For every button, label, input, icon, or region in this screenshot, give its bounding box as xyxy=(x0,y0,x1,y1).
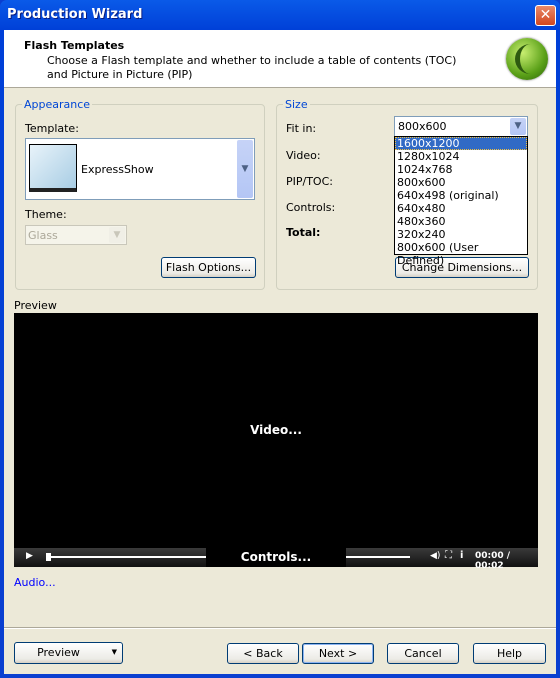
page-description: Choose a Flash template and whether to i… xyxy=(47,54,457,81)
size-label: Size xyxy=(283,98,310,111)
fit-in-option[interactable]: 640x480 xyxy=(395,202,527,215)
controls-label: Controls: xyxy=(286,201,336,214)
video-preview[interactable]: Video... ▶ Controls... ◀) ⛶ i 00:00 / 00… xyxy=(14,313,538,571)
template-value: ExpressShow xyxy=(81,163,154,176)
close-button[interactable]: ✕ xyxy=(535,5,556,26)
chevron-down-icon: ▼ xyxy=(109,227,125,243)
fit-in-option[interactable]: 480x360 xyxy=(395,215,527,228)
help-button[interactable]: Help xyxy=(473,643,546,664)
piptoc-label: PIP/TOC: xyxy=(286,175,333,188)
controls-placeholder-text: Controls... xyxy=(240,550,312,564)
theme-label: Theme: xyxy=(25,208,67,221)
audio-link[interactable]: Audio... xyxy=(14,576,56,589)
time-display: 00:00 / 00:02 xyxy=(475,551,511,571)
fit-in-value: 800x600 xyxy=(398,120,447,133)
video-label: Video: xyxy=(286,149,321,162)
production-wizard-window: Production Wizard ✕ Flash Templates Choo… xyxy=(0,0,560,678)
next-button[interactable]: Next > xyxy=(302,643,374,664)
fullscreen-icon[interactable]: ⛶ xyxy=(445,550,452,561)
preview-label: Preview xyxy=(14,299,57,312)
theme-value: Glass xyxy=(28,229,58,242)
fit-in-option[interactable]: 800x600 (User Defined) xyxy=(395,241,527,267)
wizard-header: Flash Templates Choose a Flash template … xyxy=(4,30,556,88)
client-area: Flash Templates Choose a Flash template … xyxy=(4,30,556,674)
play-icon[interactable]: ▶ xyxy=(26,551,33,561)
volume-icon[interactable]: ◀) xyxy=(430,551,440,561)
cancel-button[interactable]: Cancel xyxy=(387,643,459,664)
page-title: Flash Templates xyxy=(24,39,125,52)
fit-in-label: Fit in: xyxy=(286,122,317,135)
progress-line xyxy=(346,556,410,558)
logo-icon xyxy=(506,38,548,80)
window-title: Production Wizard xyxy=(7,7,143,22)
total-label: Total: xyxy=(286,226,321,239)
title-bar: Production Wizard ✕ xyxy=(0,0,560,30)
fit-in-option[interactable]: 640x498 (original) xyxy=(395,189,527,202)
template-label: Template: xyxy=(25,122,79,135)
fit-in-dropdown-list: 1600x1200 1280x1024 1024x768 800x600 640… xyxy=(394,136,528,267)
fit-in-option[interactable]: 320x240 xyxy=(395,228,527,241)
video-placeholder-text: Video... xyxy=(250,423,302,437)
template-thumbnail xyxy=(29,144,77,192)
preview-button-label: Preview xyxy=(37,646,80,659)
seek-handle[interactable] xyxy=(46,553,51,561)
preview-button[interactable]: Preview ▼ xyxy=(14,642,123,664)
chevron-down-icon[interactable]: ▼ xyxy=(510,118,526,135)
footer-divider xyxy=(4,627,556,629)
appearance-group: Appearance Template: ExpressShow ▼ Theme… xyxy=(15,98,265,290)
fit-in-select[interactable]: 800x600 ▼ xyxy=(394,116,528,137)
theme-select[interactable]: Glass ▼ xyxy=(25,225,127,245)
back-button[interactable]: < Back xyxy=(227,643,299,664)
chevron-down-icon[interactable]: ▼ xyxy=(237,140,253,198)
dropdown-arrow-icon: ▼ xyxy=(111,648,117,656)
player-controls-bar: ▶ Controls... ◀) ⛶ i 00:00 / 00:02 xyxy=(14,548,538,571)
fit-in-option[interactable]: 1024x768 xyxy=(395,163,527,176)
fit-in-option[interactable]: 800x600 xyxy=(395,176,527,189)
seek-bar[interactable] xyxy=(46,556,206,558)
flash-options-button[interactable]: Flash Options... xyxy=(161,257,256,278)
info-icon[interactable]: i xyxy=(460,550,463,561)
appearance-label: Appearance xyxy=(22,98,93,111)
fit-in-option[interactable]: 1280x1024 xyxy=(395,150,527,163)
fit-in-option[interactable]: 1600x1200 xyxy=(395,137,527,150)
template-select[interactable]: ExpressShow ▼ xyxy=(25,138,255,200)
